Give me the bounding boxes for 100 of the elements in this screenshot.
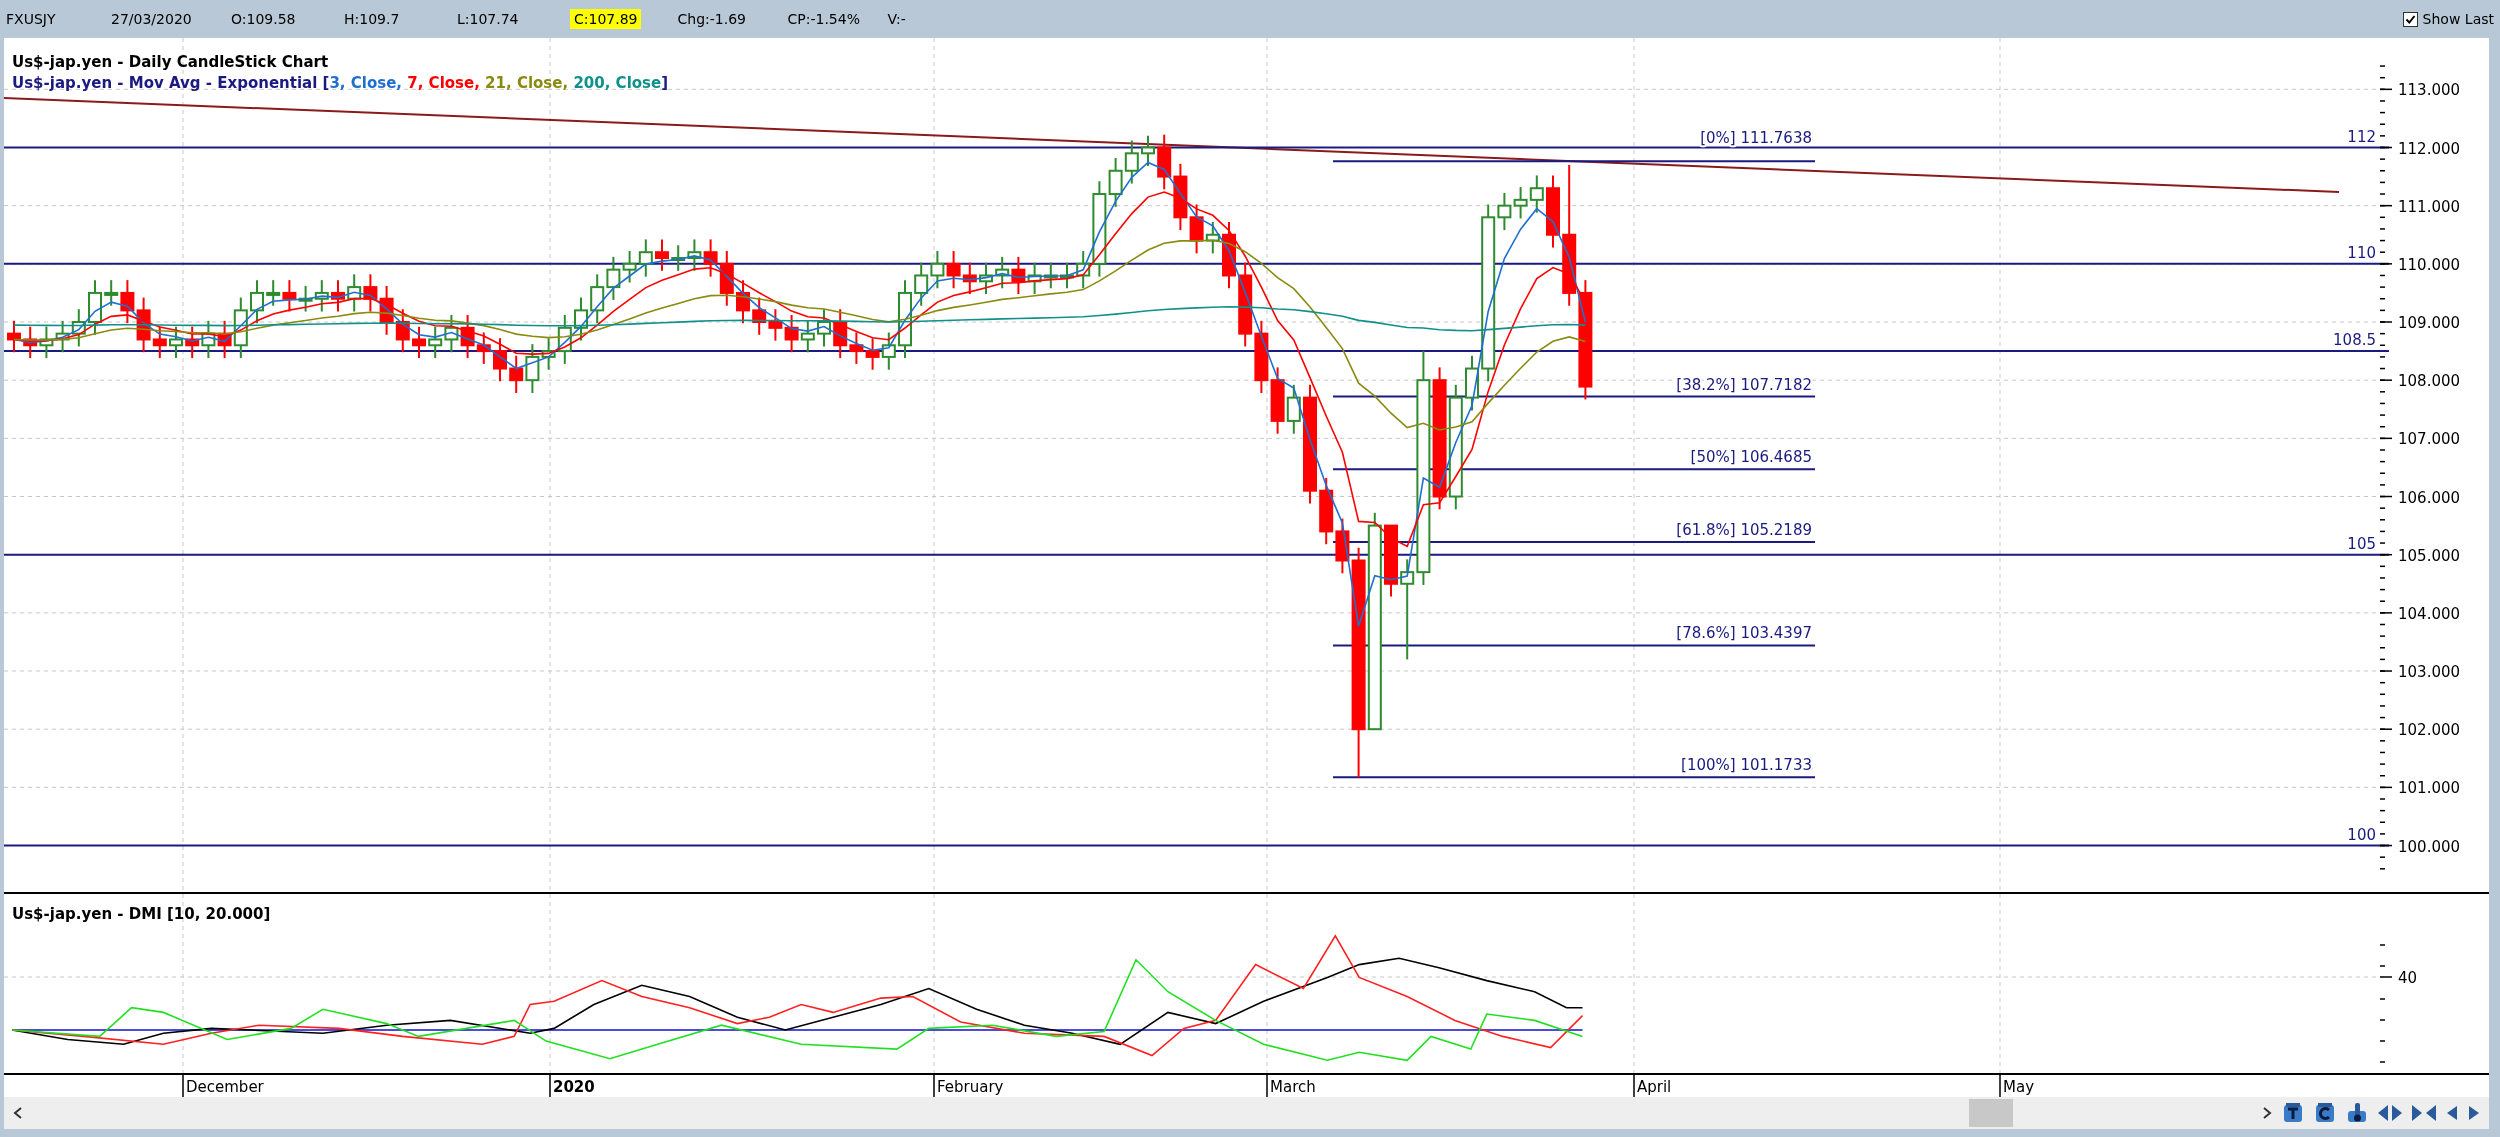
level-label: 112 xyxy=(2347,127,2376,146)
candlestick xyxy=(169,325,183,360)
candlestick xyxy=(88,279,102,336)
candlestick xyxy=(331,279,345,313)
candlestick xyxy=(768,308,783,342)
candlestick xyxy=(379,284,394,336)
candlestick xyxy=(395,308,410,354)
candlestick xyxy=(444,314,459,354)
candlestick xyxy=(7,319,21,354)
date-axis-label: 2020 xyxy=(553,1078,595,1096)
candlestick xyxy=(55,319,70,354)
scrollbar-thumb[interactable] xyxy=(1969,1099,2013,1127)
left-right-arrows-icon[interactable] xyxy=(2377,1104,2403,1122)
candlestick xyxy=(1124,139,1139,185)
candlestick xyxy=(1043,261,1058,290)
candlestick xyxy=(298,284,313,313)
candlestick xyxy=(460,314,475,360)
candlestick xyxy=(39,325,54,360)
candlestick xyxy=(881,331,896,371)
candlestick xyxy=(1270,366,1285,435)
date-label: 27/03/2020 xyxy=(111,11,193,27)
candlestick xyxy=(1173,162,1188,232)
show-last-checkbox[interactable] xyxy=(2402,11,2418,27)
candlestick xyxy=(962,261,977,296)
candlestick xyxy=(493,337,507,383)
low-price: L:107.74 xyxy=(457,11,520,27)
candlestick xyxy=(736,279,750,325)
date-axis-label: March xyxy=(1270,1078,1316,1096)
price-axis-label: 106.000 xyxy=(2398,488,2461,507)
candlestick xyxy=(865,337,880,371)
fibonacci-label: [61.8%] 105.2189 xyxy=(1676,520,1812,539)
candlestick xyxy=(638,238,653,278)
open-price: O:109.58 xyxy=(231,11,297,27)
symbol-label: FXUSJY xyxy=(6,11,57,27)
dmi-title: Us$-jap.yen - DMI [10, 20.000] xyxy=(12,905,271,923)
moving-average-legend: Us$-jap.yen - Mov Avg - Exponential [3, Close, 7, Close, 21, Close, 200, Close] xyxy=(12,74,669,92)
left-triangle-icon[interactable] xyxy=(2445,1104,2459,1122)
candlestick xyxy=(1141,134,1155,168)
level-label: 105 xyxy=(2347,534,2376,553)
level-label: 100 xyxy=(2347,825,2376,844)
price-axis-label: 109.000 xyxy=(2398,314,2461,332)
letter-t-icon[interactable] xyxy=(2281,1102,2305,1124)
candlestick xyxy=(590,273,605,325)
thermometer-icon[interactable] xyxy=(2345,1102,2369,1124)
candlestick xyxy=(606,255,621,301)
change-percent: CP:-1.54% xyxy=(787,11,858,27)
candlestick xyxy=(784,314,799,354)
fibonacci-label: [78.6%] 103.4397 xyxy=(1676,624,1812,643)
chart-title: Us$-jap.yen - Daily CandleStick Chart xyxy=(12,53,329,71)
price-axis-label: 104.000 xyxy=(2398,604,2461,623)
fibonacci-label: [0%] 111.7638 xyxy=(1700,129,1812,148)
right-triangle-icon[interactable] xyxy=(2467,1104,2481,1122)
candlestick xyxy=(363,273,378,313)
candlestick xyxy=(412,325,426,360)
high-price: H:109.7 xyxy=(344,11,401,27)
candlestick xyxy=(71,308,86,348)
chevron-right-icon[interactable] xyxy=(2261,1106,2273,1120)
candlestick xyxy=(23,325,38,360)
date-axis-label: December xyxy=(186,1078,264,1096)
candlestick xyxy=(671,244,686,272)
date-axis-label: April xyxy=(1637,1078,1672,1096)
candlestick xyxy=(509,354,524,394)
candlestick xyxy=(428,325,443,360)
price-axis-label: 110.000 xyxy=(2398,255,2461,274)
price-axis-label: 113.000 xyxy=(2398,81,2461,100)
candlestick xyxy=(995,255,1010,290)
fibonacci-label: [50%] 106.4685 xyxy=(1690,448,1812,467)
candlestick xyxy=(719,250,734,307)
candlestick xyxy=(687,238,702,272)
level-label: 108.5 xyxy=(2333,331,2376,350)
candlestick xyxy=(1465,354,1479,412)
candlestick xyxy=(622,250,637,284)
date-axis-label: May xyxy=(2003,1078,2034,1096)
candlestick xyxy=(574,296,588,342)
candlestick xyxy=(914,261,929,307)
chevron-left-icon[interactable] xyxy=(12,1106,24,1120)
candlestick xyxy=(800,319,815,354)
candlestick xyxy=(1011,255,1026,296)
candlestick xyxy=(282,279,297,313)
candlestick xyxy=(1222,220,1236,290)
price-axis-label: 100.000 xyxy=(2398,837,2461,856)
letter-c-icon[interactable] xyxy=(2313,1102,2337,1124)
price-axis-label: 111.000 xyxy=(2398,197,2461,216)
candlestick xyxy=(250,279,264,325)
candlestick xyxy=(476,331,491,365)
candlestick xyxy=(201,319,216,360)
dmi-axis-label: 40 xyxy=(2398,969,2418,987)
candlestick xyxy=(1286,383,1301,435)
candlestick xyxy=(314,279,329,313)
price-axis-label: 107.000 xyxy=(2398,430,2461,449)
candlestick xyxy=(703,238,718,278)
close-price: C:107.89 xyxy=(570,9,642,29)
candlestick xyxy=(930,250,945,290)
inward-arrows-icon[interactable] xyxy=(2411,1104,2437,1122)
candlestick xyxy=(1060,261,1074,290)
show-last-label[interactable]: Show Last xyxy=(2422,11,2494,27)
candlestick xyxy=(1027,261,1042,296)
candlestick xyxy=(946,250,961,290)
change-value: Chg:-1.69 xyxy=(677,11,747,27)
candlestick xyxy=(185,325,200,360)
